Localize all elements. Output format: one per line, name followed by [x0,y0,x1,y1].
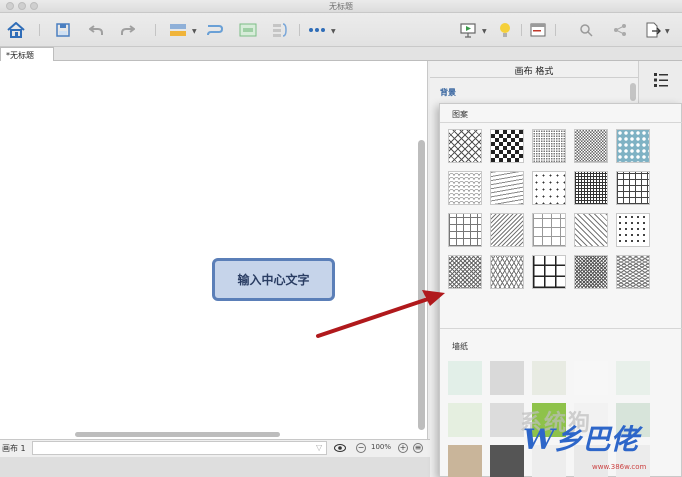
app-window: 无标题 ▼ ▼ ▼ ▼ *无标题 输入中心文字 画布 1 ▽ − 100% + … [0,0,682,477]
watermark-url: www.386w.com [592,463,647,471]
watermark-logo: W乡巴佬 [523,423,639,456]
